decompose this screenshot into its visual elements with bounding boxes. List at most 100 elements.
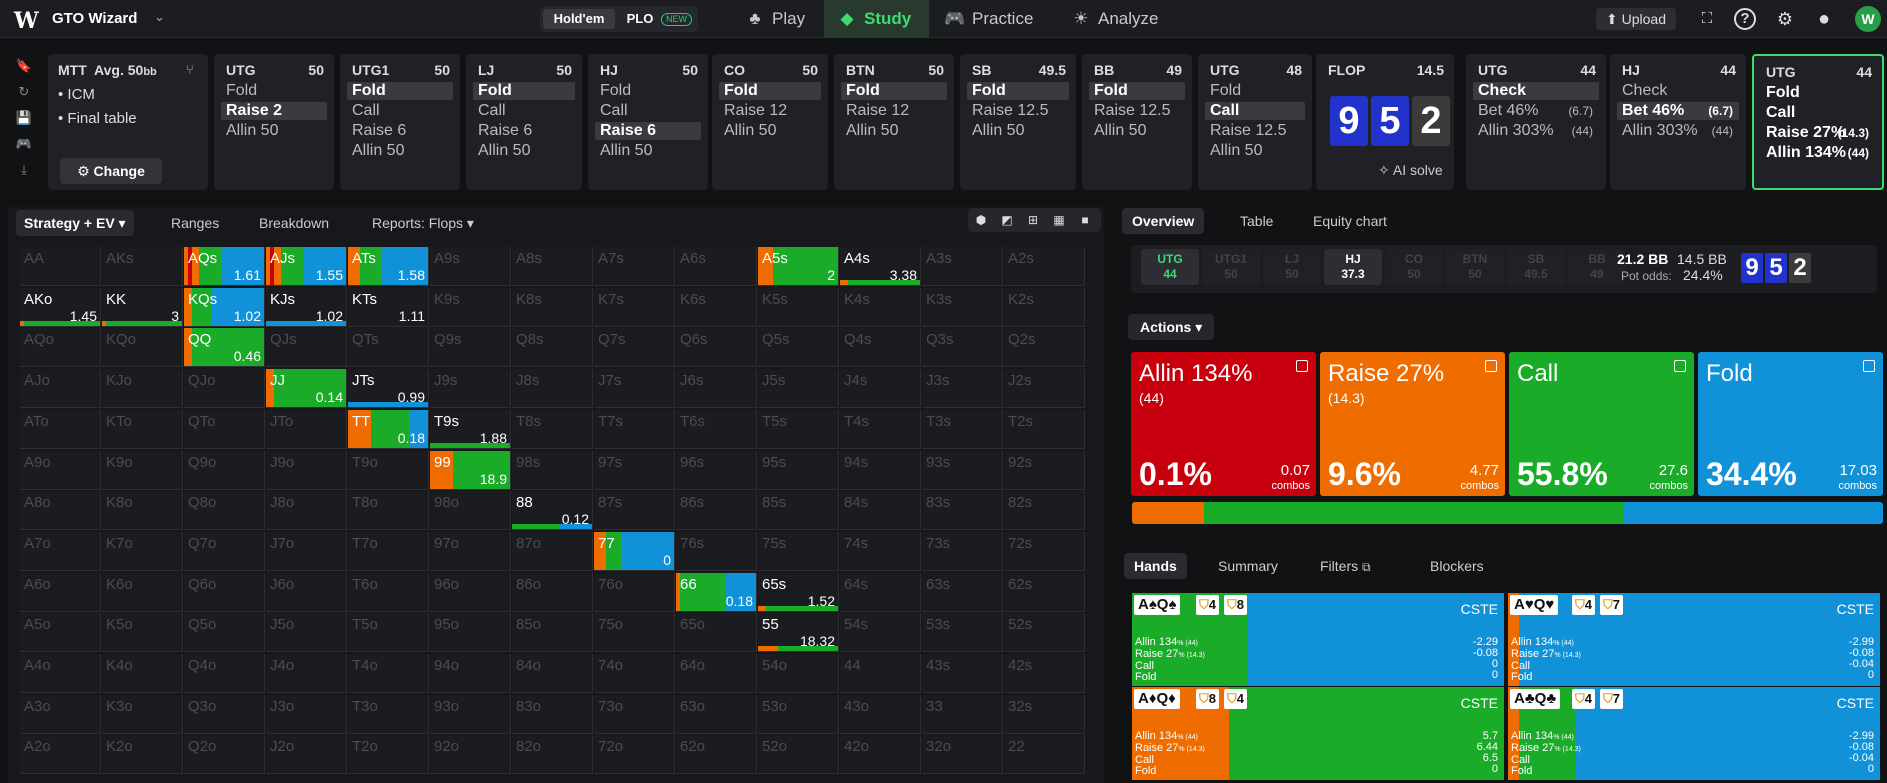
- seat-utg[interactable]: UTG 44: [1141, 249, 1199, 285]
- logo[interactable]: W: [14, 8, 39, 34]
- matrix-cell-K4s[interactable]: K4s: [840, 287, 921, 327]
- matrix-cell-54s[interactable]: 54s: [840, 613, 921, 653]
- matrix-cell-AA[interactable]: AA: [20, 247, 101, 286]
- action-box-1[interactable]: Raise 27% (14.3) 9.6% 4.77 combos: [1320, 352, 1505, 496]
- matrix-cell-K6o[interactable]: K6o: [102, 572, 183, 612]
- hand-card-1[interactable]: A♥Q♥ ⛉4 ⛉7 CSTE Allin 134% (44) Raise 27% (14…: [1508, 593, 1880, 686]
- seat-utg1[interactable]: UTG1 50: [1202, 249, 1260, 285]
- matrix-cell-82o[interactable]: 82o: [512, 735, 593, 775]
- plo-option[interactable]: PLO: [620, 9, 660, 29]
- matrix-cell-K5o[interactable]: K5o: [102, 613, 183, 653]
- note-icon[interactable]: [1296, 360, 1308, 372]
- matrix-cell-A2o[interactable]: A2o: [20, 735, 101, 775]
- action-option[interactable]: Allin 50: [347, 142, 453, 160]
- matrix-cell-A7s[interactable]: A7s: [594, 247, 675, 286]
- action-card-8[interactable]: UTG 48 Fold Call Raise 12.5 Allin 50: [1198, 54, 1312, 190]
- matrix-cell-AJs[interactable]: AJs 1.55: [266, 247, 347, 286]
- matrix-cell-A4o[interactable]: A4o: [20, 654, 101, 693]
- matrix-cell-J5o[interactable]: J5o: [266, 613, 347, 653]
- action-option[interactable]: Allin 50: [1205, 142, 1305, 160]
- matrix-cell-32o[interactable]: 32o: [922, 735, 1003, 775]
- postflop-card-1[interactable]: HJ 44 Check Bet 46% (6.7) Allin 303% (44): [1610, 54, 1746, 190]
- hand-card-0[interactable]: A♠Q♠ ⛉4 ⛉8 CSTE Allin 134% (44) Raise 27% (14…: [1132, 593, 1504, 686]
- view-3d-icon[interactable]: ⬢: [968, 208, 994, 232]
- profile-icon[interactable]: ●: [1811, 8, 1837, 30]
- action-option[interactable]: Call: [347, 102, 453, 120]
- matrix-cell-KQs[interactable]: KQs 1.02: [184, 287, 265, 327]
- tab-ranges[interactable]: Ranges: [171, 210, 219, 236]
- matrix-cell-82s[interactable]: 82s: [1004, 491, 1085, 531]
- action-card-2[interactable]: LJ 50 Fold Call Raise 6 Allin 50: [466, 54, 582, 190]
- hand-card-3[interactable]: A♣Q♣ ⛉4 ⛉7 CSTE Allin 134% (44) Raise 27% (14…: [1508, 687, 1880, 780]
- matrix-cell-Q5o[interactable]: Q5o: [184, 613, 265, 653]
- matrix-cell-JJ[interactable]: JJ 0.14: [266, 369, 347, 409]
- matrix-cell-Q9s[interactable]: Q9s: [430, 328, 511, 368]
- branch-icon[interactable]: ⑂: [186, 62, 194, 77]
- matrix-cell-A6s[interactable]: A6s: [676, 247, 757, 286]
- matrix-cell-K6s[interactable]: K6s: [676, 287, 757, 327]
- tab-breakdown[interactable]: Breakdown: [259, 210, 329, 236]
- note-icon[interactable]: [1863, 360, 1875, 372]
- matrix-cell-53s[interactable]: 53s: [922, 613, 1003, 653]
- action-option[interactable]: Raise 12.5: [967, 102, 1069, 120]
- matrix-cell-QJo[interactable]: QJo: [184, 369, 265, 409]
- practice-mode-icon[interactable]: 🎮: [9, 136, 39, 162]
- tab-hands[interactable]: Hands: [1124, 553, 1187, 579]
- matrix-cell-T8o[interactable]: T8o: [348, 491, 429, 531]
- matrix-cell-ATo[interactable]: ATo: [20, 409, 101, 449]
- help-icon[interactable]: ?: [1734, 8, 1756, 30]
- matrix-cell-75s[interactable]: 75s: [758, 531, 839, 571]
- matrix-cell-AQo[interactable]: AQo: [20, 328, 101, 368]
- change-button[interactable]: ⚙ Change: [60, 158, 162, 184]
- matrix-cell-J7o[interactable]: J7o: [266, 531, 347, 571]
- action-option[interactable]: Call: [595, 102, 701, 120]
- gear-icon[interactable]: ⚙: [1772, 8, 1798, 30]
- matrix-cell-A2s[interactable]: A2s: [1004, 247, 1085, 286]
- action-card-3[interactable]: HJ 50 Fold Call Raise 6 Allin 50: [588, 54, 708, 190]
- view-full-icon[interactable]: ■: [1072, 208, 1098, 232]
- matrix-cell-32s[interactable]: 32s: [1004, 694, 1085, 734]
- matrix-cell-94s[interactable]: 94s: [840, 450, 921, 490]
- action-option[interactable]: Allin 50: [221, 122, 327, 140]
- matrix-cell-A5o[interactable]: A5o: [20, 613, 101, 653]
- matrix-cell-A8o[interactable]: A8o: [20, 491, 101, 531]
- actions-dropdown[interactable]: Actions ▾: [1128, 314, 1215, 340]
- matrix-cell-K8o[interactable]: K8o: [102, 491, 183, 531]
- matrix-cell-T6s[interactable]: T6s: [676, 409, 757, 449]
- action-option[interactable]: Call: [473, 102, 575, 120]
- matrix-cell-T2s[interactable]: T2s: [1004, 409, 1085, 449]
- matrix-cell-55[interactable]: 55 18.32: [758, 613, 839, 653]
- postflop-card-2[interactable]: UTG 44 Fold Call Raise 27% (14.3) Allin 134% (4…: [1752, 54, 1884, 190]
- matrix-cell-62s[interactable]: 62s: [1004, 572, 1085, 612]
- matrix-cell-J9s[interactable]: J9s: [430, 369, 511, 409]
- matrix-cell-QTs[interactable]: QTs: [348, 328, 429, 368]
- matrix-cell-Q7o[interactable]: Q7o: [184, 531, 265, 571]
- matrix-cell-T7o[interactable]: T7o: [348, 531, 429, 571]
- action-card-4[interactable]: CO 50 Fold Raise 12 Allin 50: [712, 54, 828, 190]
- hand-card-2[interactable]: A♦Q♦ ⛉8 ⛉4 CSTE Allin 134% (44) Raise 27% (14…: [1132, 687, 1504, 780]
- reset-icon[interactable]: ↻: [9, 84, 39, 110]
- action-option[interactable]: Fold: [1205, 82, 1305, 100]
- matrix-cell-62o[interactable]: 62o: [676, 735, 757, 775]
- matrix-cell-54o[interactable]: 54o: [758, 654, 839, 693]
- matrix-cell-J6o[interactable]: J6o: [266, 572, 347, 612]
- matrix-cell-76s[interactable]: 76s: [676, 531, 757, 571]
- matrix-cell-J9o[interactable]: J9o: [266, 450, 347, 490]
- matrix-cell-AJo[interactable]: AJo: [20, 369, 101, 409]
- matrix-cell-J3o[interactable]: J3o: [266, 694, 347, 734]
- tab-filters[interactable]: Filters ⧉: [1320, 553, 1371, 579]
- postflop-action-option[interactable]: Check: [1617, 82, 1739, 100]
- action-option[interactable]: Raise 12.5: [1089, 102, 1185, 120]
- matrix-cell-97s[interactable]: 97s: [594, 450, 675, 490]
- matrix-cell-22[interactable]: 22: [1004, 735, 1085, 775]
- ai-solve-button[interactable]: ✧ AI solve: [1378, 162, 1443, 179]
- matrix-cell-84o[interactable]: 84o: [512, 654, 593, 693]
- matrix-cell-88[interactable]: 88 0.12: [512, 491, 593, 531]
- matrix-cell-A7o[interactable]: A7o: [20, 531, 101, 571]
- matrix-cell-72s[interactable]: 72s: [1004, 531, 1085, 571]
- avatar[interactable]: W: [1855, 6, 1881, 32]
- postflop-card-0[interactable]: UTG 44 Check Bet 46% (6.7) Allin 303% (44): [1466, 54, 1606, 190]
- matrix-cell-74s[interactable]: 74s: [840, 531, 921, 571]
- action-box-3[interactable]: Fold 34.4% 17.03 combos: [1698, 352, 1883, 496]
- focus-icon[interactable]: ⛶: [1694, 8, 1720, 30]
